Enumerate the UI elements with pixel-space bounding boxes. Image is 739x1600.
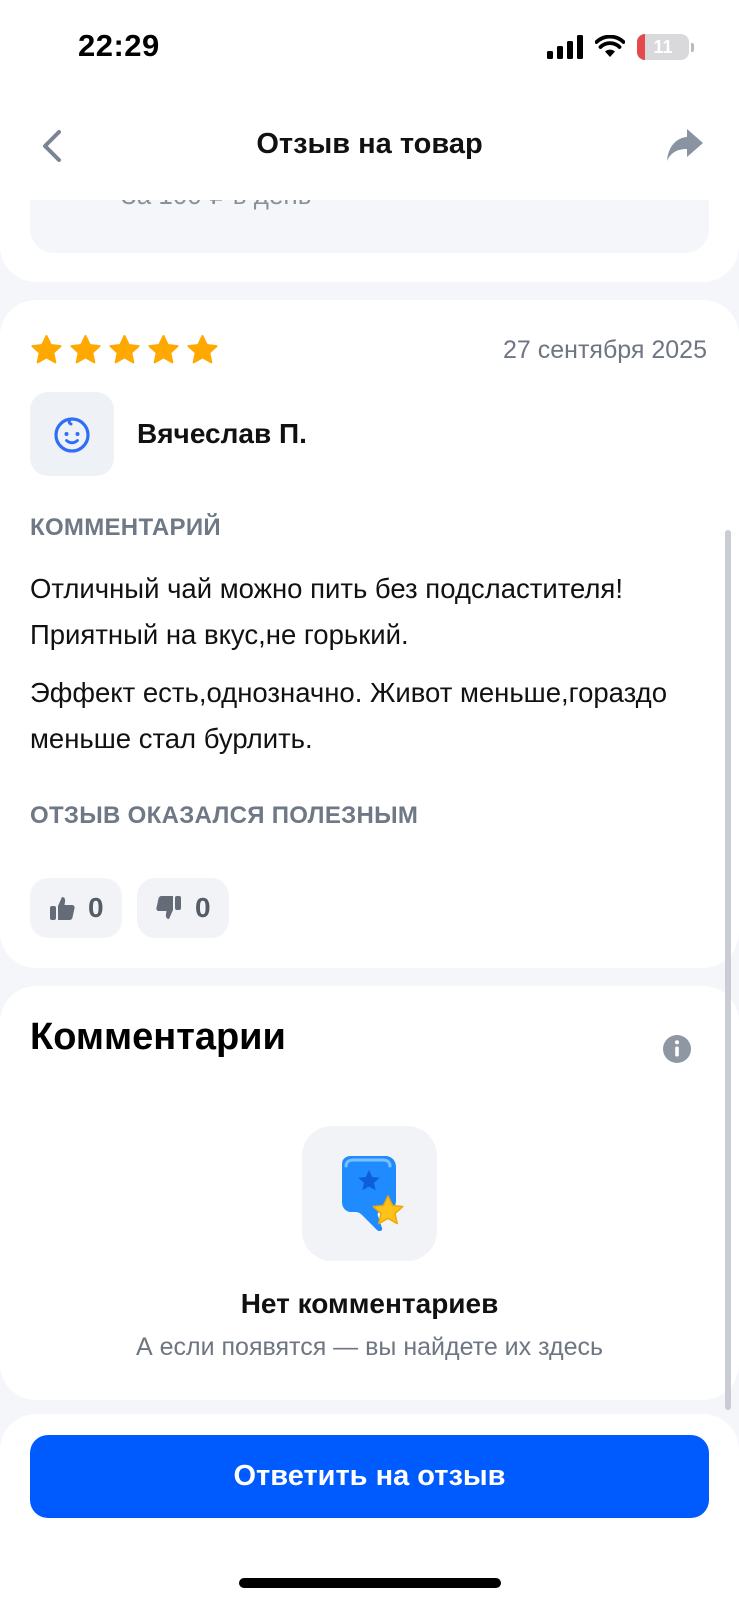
rating-stars [30, 334, 219, 367]
wifi-icon [595, 35, 625, 57]
empty-illustration [302, 1126, 437, 1261]
review-date: 27 сентября 2025 [503, 336, 707, 364]
star-icon [187, 335, 218, 364]
signal-icon [547, 35, 583, 59]
home-indicator [239, 1578, 501, 1588]
helpful-label: ОТЗЫВ ОКАЗАЛСЯ ПОЛЕЗНЫМ [30, 802, 419, 829]
nav-bar: Отзыв на товар [0, 100, 739, 200]
battery-level: 11 [653, 36, 673, 57]
comment-label: КОММЕНТАРИЙ [30, 514, 221, 541]
empty-title: Нет комментариев [240, 1288, 499, 1319]
like-count: 0 [88, 892, 104, 923]
dislike-count: 0 [195, 892, 211, 923]
dislike-button[interactable]: 0 [137, 878, 229, 938]
comments-card: Комментарии Нет комментариев А если появ… [0, 986, 739, 1400]
info-icon[interactable] [662, 1034, 692, 1064]
like-button[interactable]: 0 [30, 878, 122, 938]
bottom-bar: Ответить на отзыв [0, 1414, 739, 1600]
page-title: Отзыв на товар [256, 128, 483, 160]
thumb-up-icon [50, 897, 75, 920]
battery-icon: 11 [637, 34, 694, 60]
comments-title: Комментарии [30, 1016, 286, 1058]
review-author: Вячеслав П. [137, 418, 307, 449]
status-icons: 11 [547, 34, 694, 60]
share-icon[interactable] [665, 126, 705, 164]
reply-button[interactable]: Ответить на отзыв [30, 1435, 709, 1518]
review-paragraph: Эффект есть,однозначно. Живот меньше,гор… [30, 677, 668, 754]
empty-subtitle: А если появятся — вы найдете их здесь [135, 1333, 604, 1361]
scrollbar[interactable] [725, 530, 731, 1410]
avatar [30, 392, 114, 476]
star-icon [31, 335, 62, 364]
comment-star-icon [341, 1155, 404, 1231]
baby-face-icon [54, 417, 90, 453]
review-card: 27 сентября 2025 Вячеслав П. КОММЕНТАРИЙ… [0, 300, 739, 968]
review-paragraph: Отличный чай можно пить без подсластител… [30, 573, 623, 650]
thumb-down-icon [156, 896, 181, 919]
star-icon [70, 335, 101, 364]
status-time: 22:29 [78, 28, 160, 63]
star-icon [109, 335, 140, 364]
star-icon [148, 335, 179, 364]
status-bar: 22:29 11 [0, 0, 739, 100]
